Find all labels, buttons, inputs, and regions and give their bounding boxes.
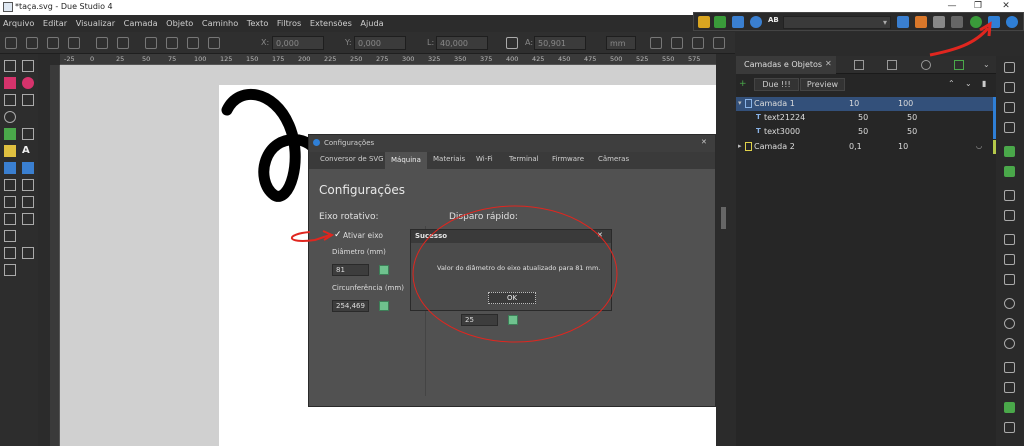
- annotation-ellipse: [412, 205, 618, 343]
- annotation-overlay: [290, 21, 992, 343]
- annotation-arrow-right: [929, 27, 990, 57]
